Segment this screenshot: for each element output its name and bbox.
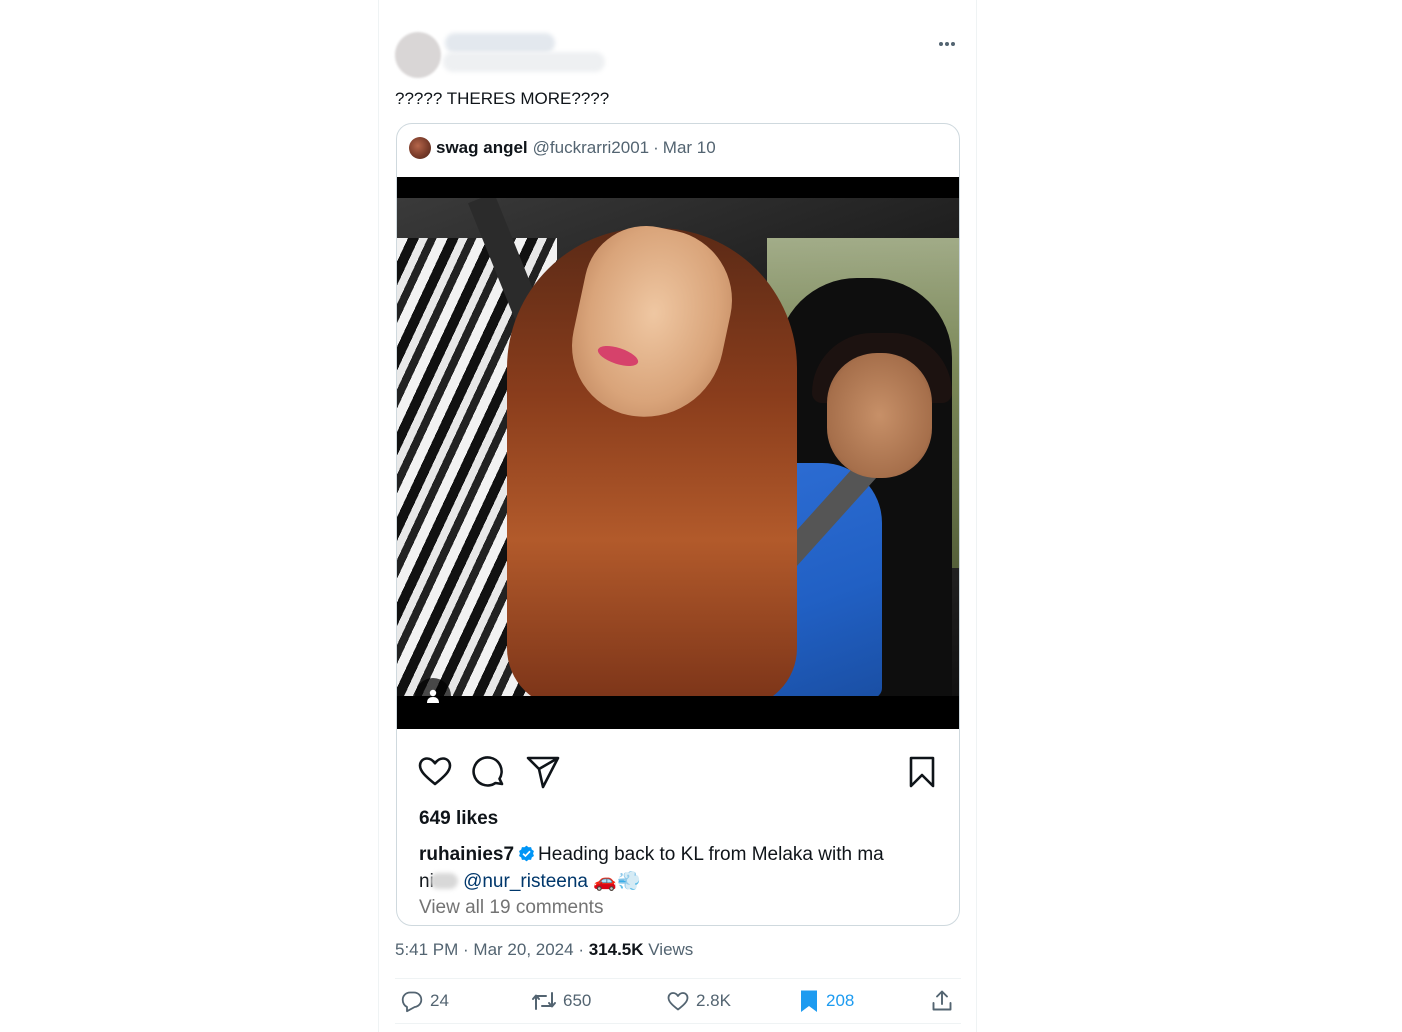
reply-icon xyxy=(401,991,423,1013)
verified-badge-icon xyxy=(518,844,535,869)
tweet-action-bar: 24 650 2.8K 208 xyxy=(395,979,961,1023)
tweet-column: ????? THERES MORE???? swag angel @fuckra… xyxy=(378,0,977,1032)
share-icon[interactable] xyxy=(525,754,561,790)
meta-separator: · xyxy=(573,940,589,959)
instagram-username[interactable]: ruhainies7 xyxy=(419,844,514,865)
caption-text: Heading back to KL from Melaka with ma xyxy=(538,844,884,865)
tweet-meta: 5:41 PM · Mar 20, 2024 · 314.5K Views xyxy=(395,940,693,960)
quoted-author-name[interactable]: swag angel xyxy=(436,138,528,158)
person-right-face xyxy=(827,353,932,478)
caption-emojis: 🚗💨 xyxy=(593,871,641,892)
quoted-tweet-date[interactable]: Mar 10 xyxy=(663,138,716,158)
view-all-comments-link[interactable]: View all 19 comments xyxy=(419,897,603,919)
tweet-timestamp[interactable]: 5:41 PM · Mar 20, 2024 xyxy=(395,940,574,959)
instagram-likes-count[interactable]: 649 likes xyxy=(419,808,498,830)
like-button[interactable]: 2.8K xyxy=(666,989,731,1013)
quoted-author-handle[interactable]: @fuckrarri2001 xyxy=(533,138,649,158)
reply-button[interactable]: 24 xyxy=(400,989,449,1013)
retweet-button[interactable]: 650 xyxy=(531,989,591,1013)
bookmark-count: 208 xyxy=(826,991,855,1010)
instagram-photo-frame[interactable] xyxy=(397,177,959,729)
instagram-photo[interactable] xyxy=(397,198,959,696)
separator-dot: · xyxy=(653,138,659,157)
author-name-redacted[interactable] xyxy=(445,33,555,53)
retweet-icon xyxy=(532,992,556,1010)
quoted-author-avatar[interactable] xyxy=(409,137,431,159)
tweet-text: ????? THERES MORE???? xyxy=(395,89,610,108)
tag-user-icon[interactable] xyxy=(415,678,451,714)
share-button[interactable] xyxy=(930,989,960,1013)
bookmark-button[interactable]: 208 xyxy=(798,989,854,1013)
mention-link[interactable]: @nur_risteena xyxy=(463,871,588,892)
retweet-count: 650 xyxy=(563,991,592,1010)
views-count: 314.5K xyxy=(588,940,644,959)
comment-icon[interactable] xyxy=(471,754,507,790)
save-icon[interactable] xyxy=(904,754,940,790)
more-dots-icon[interactable] xyxy=(936,34,958,54)
redaction-smudge xyxy=(429,873,458,889)
bookmark-filled-icon xyxy=(801,990,817,1012)
heart-icon[interactable] xyxy=(417,754,453,790)
author-avatar[interactable] xyxy=(395,32,441,78)
like-count: 2.8K xyxy=(696,991,731,1010)
like-heart-icon xyxy=(667,992,689,1011)
reply-count: 24 xyxy=(430,991,449,1010)
author-handle-redacted[interactable] xyxy=(443,52,605,72)
quoted-tweet[interactable]: swag angel @fuckrarri2001 · Mar 10 649 l… xyxy=(396,123,960,926)
views-label: Views xyxy=(648,940,694,959)
divider-bottom xyxy=(395,1023,961,1024)
share-upload-icon xyxy=(932,990,952,1011)
instagram-caption: ruhainies7 Heading back to KL from Melaka… xyxy=(419,842,939,894)
instagram-action-bar xyxy=(397,729,959,809)
quoted-tweet-header: swag angel @fuckrarri2001 · Mar 10 xyxy=(409,137,716,159)
